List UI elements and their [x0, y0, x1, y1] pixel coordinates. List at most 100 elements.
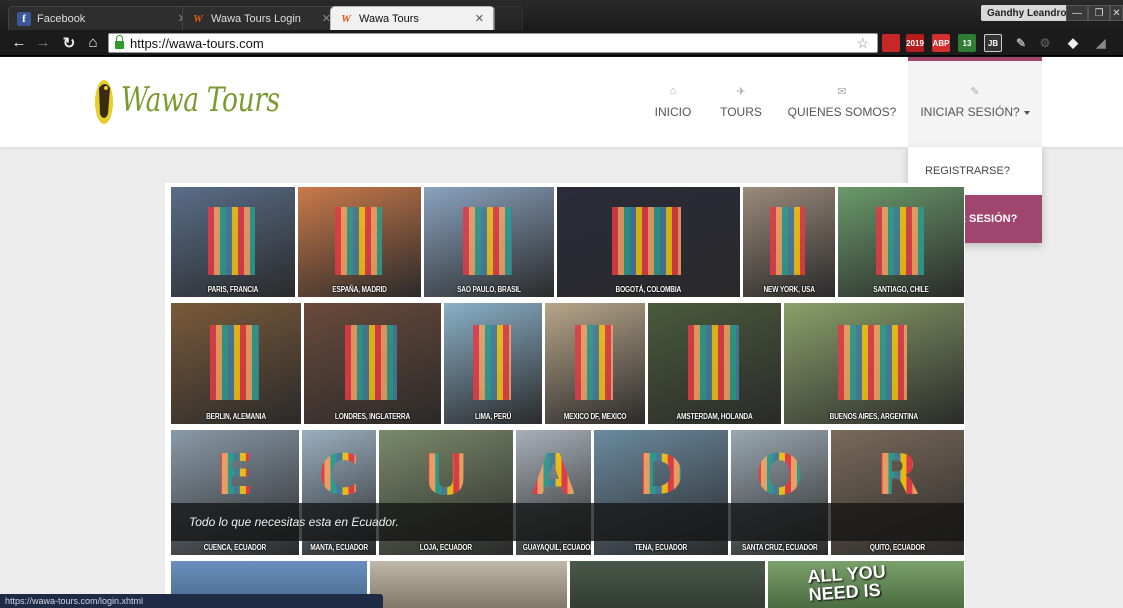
letter-sculpture: [463, 206, 513, 275]
url-text: https://wawa-tours.com: [130, 35, 264, 51]
letter-sculpture: [473, 324, 511, 400]
city-caption: BERLIN, ALEMANIA: [206, 412, 266, 421]
tab-wawa-tours[interactable]: W Wawa Tours ✕: [330, 6, 495, 30]
city-caption: GUAYAQUIL, ECUADOR: [522, 543, 591, 552]
letter-sculpture: [345, 324, 398, 400]
city-caption: MANTA, ECUADOR: [310, 543, 368, 552]
nav-label: TOURS: [720, 105, 762, 119]
lock-icon: [115, 35, 124, 49]
site-header: Wawa Tours ⌂ INICIO ✈ TOURS ✉ QUIENES SO…: [0, 57, 1123, 147]
pen-icon[interactable]: ✎: [1012, 34, 1030, 52]
letter-sculpture: [208, 206, 256, 275]
banner-letter: O: [755, 442, 804, 508]
logo-text: Wawa Tours: [121, 80, 280, 120]
tab-title: Wawa Tours: [359, 12, 419, 25]
letter-sculpture: [334, 206, 382, 275]
city-caption: SANTA CRUZ, ECUADOR: [741, 543, 818, 552]
reload-icon[interactable]: ↻: [60, 34, 78, 52]
gmail-icon[interactable]: 2019: [906, 34, 924, 52]
nav-iniciar-sesion[interactable]: ✎ INICIAR SESIÓN?: [908, 57, 1042, 147]
banner-letter: C: [318, 442, 360, 508]
noscript-icon[interactable]: [882, 34, 900, 52]
paperclip-icon: ✎: [970, 86, 980, 98]
nav-label: QUIENES SOMOS?: [787, 105, 897, 119]
back-icon[interactable]: ←: [10, 34, 28, 51]
banner-row-world-2: BERLIN, ALEMANIA LONDRES, INGLATERRA LIMA,…: [171, 303, 964, 424]
caret-down-icon: [1023, 110, 1030, 115]
bookmark-star-icon[interactable]: ☆: [856, 35, 869, 52]
jb-icon[interactable]: JB: [984, 34, 1002, 52]
hero-banner: PARIS, FRANCIA ESPAÑA, MADRID SAO PAULO, B…: [165, 183, 965, 608]
gear-icon[interactable]: ⚙: [1036, 34, 1054, 52]
city-caption: LIMA, PERÚ: [474, 412, 512, 421]
home-icon[interactable]: ⌂: [84, 34, 102, 51]
nav-label: INICIO: [654, 105, 692, 119]
envelope-icon: ✉: [837, 86, 847, 98]
city-caption: BUENOS AIRES, ARGENTINA: [830, 412, 919, 421]
city-tile: SANTIAGO, CHILE: [837, 187, 964, 297]
maximize-icon[interactable]: ❐: [1088, 5, 1110, 21]
wawa-favicon-icon: W: [193, 12, 203, 25]
forward-icon[interactable]: →: [34, 34, 52, 51]
city-tile: PARIS, FRANCIA: [171, 187, 296, 297]
nav-tours[interactable]: ✈ TOURS: [712, 57, 770, 147]
tab-title: Facebook: [37, 12, 86, 25]
tab-wawa-login[interactable]: W Wawa Tours Login ✕: [182, 6, 342, 30]
page-viewport: Wawa Tours ⌂ INICIO ✈ TOURS ✉ QUIENES SO…: [0, 57, 1123, 608]
status-bar-url: https://wawa-tours.com/login.xhtml: [0, 594, 383, 608]
banner-letter: U: [423, 442, 469, 508]
banner-letter: D: [637, 442, 685, 508]
nav-quienes-somos[interactable]: ✉ QUIENES SOMOS?: [783, 57, 901, 147]
tab-facebook[interactable]: f Facebook ✕: [8, 6, 198, 30]
banner-row-world-1: PARIS, FRANCIA ESPAÑA, MADRID SAO PAULO, B…: [171, 187, 964, 297]
logo-bird-icon: [95, 80, 113, 124]
city-tile: LONDRES, INGLATERRA: [304, 303, 441, 424]
close-window-icon[interactable]: ✕: [1110, 5, 1123, 21]
signal-icon[interactable]: ◢: [1092, 34, 1110, 52]
profile-badge[interactable]: Gandhy Leandro: [981, 5, 1073, 21]
city-caption: AMSTERDAM, HOLANDA: [676, 412, 753, 421]
city-caption: LONDRES, INGLATERRA: [334, 412, 411, 421]
letter-sculpture: [838, 324, 907, 400]
letter-sculpture: [875, 206, 924, 275]
city-tile: NEW YORK, USA: [742, 187, 835, 297]
tab-counter-icon[interactable]: 13: [958, 34, 976, 52]
city-caption: TENA, ECUADOR: [634, 543, 688, 552]
close-icon[interactable]: ✕: [475, 12, 484, 25]
banner-letter: A: [531, 442, 576, 508]
city-tile: AMSTERDAM, HOLANDA: [648, 303, 782, 424]
banner-caption: Todo lo que necesitas esta en Ecuador.: [171, 503, 964, 541]
minimize-icon[interactable]: —: [1066, 5, 1088, 21]
site-logo[interactable]: Wawa Tours: [93, 74, 325, 126]
city-tile: BERLIN, ALEMANIA: [171, 303, 301, 424]
city-caption: NEW YORK, USA: [763, 285, 815, 294]
city-tile: ESPAÑA, MADRID: [298, 187, 422, 297]
adblock-icon[interactable]: ABP: [932, 34, 950, 52]
city-caption: SAO PAULO, BRASIL: [457, 285, 521, 294]
city-caption: BOGOTÁ, COLOMBIA: [615, 285, 682, 294]
city-caption: MEXICO DF, MEXICO: [564, 412, 627, 421]
city-caption: PARIS, FRANCIA: [207, 285, 259, 294]
diamond-icon[interactable]: ◆: [1064, 34, 1082, 52]
banner-letter: E: [215, 442, 255, 508]
browser-titlebar: f Facebook ✕ W Wawa Tours Login ✕ W Wawa…: [0, 0, 1123, 30]
city-tile: MEXICO DF, MEXICO: [545, 303, 646, 424]
letter-sculpture: [210, 324, 260, 400]
home-icon: ⌂: [669, 85, 677, 97]
wawa-favicon-icon: W: [341, 12, 351, 25]
letter-sculpture: [770, 206, 806, 275]
city-caption: ESPAÑA, MADRID: [332, 285, 387, 294]
nav-inicio[interactable]: ⌂ INICIO: [645, 57, 701, 147]
city-tile: BUENOS AIRES, ARGENTINA: [784, 303, 964, 424]
new-tab-button[interactable]: [493, 6, 523, 30]
city-caption: CUENCA, ECUADOR: [203, 543, 267, 552]
city-tile: BOGOTÁ, COLOMBIA: [557, 187, 740, 297]
promo-text: ALL YOU NEED IS: [806, 561, 887, 605]
letter-sculpture: [575, 324, 614, 400]
city-caption: QUITO, ECUADOR: [870, 543, 926, 552]
promo-tile: ALL YOU NEED IS: [767, 561, 964, 608]
facebook-favicon-icon: f: [17, 11, 31, 26]
browser-toolbar: ← → ↻ ⌂ https://wawa-tours.com ☆ 2019 AB…: [0, 30, 1123, 56]
address-bar[interactable]: https://wawa-tours.com ☆: [108, 33, 878, 53]
tab-title: Wawa Tours Login: [211, 12, 301, 25]
